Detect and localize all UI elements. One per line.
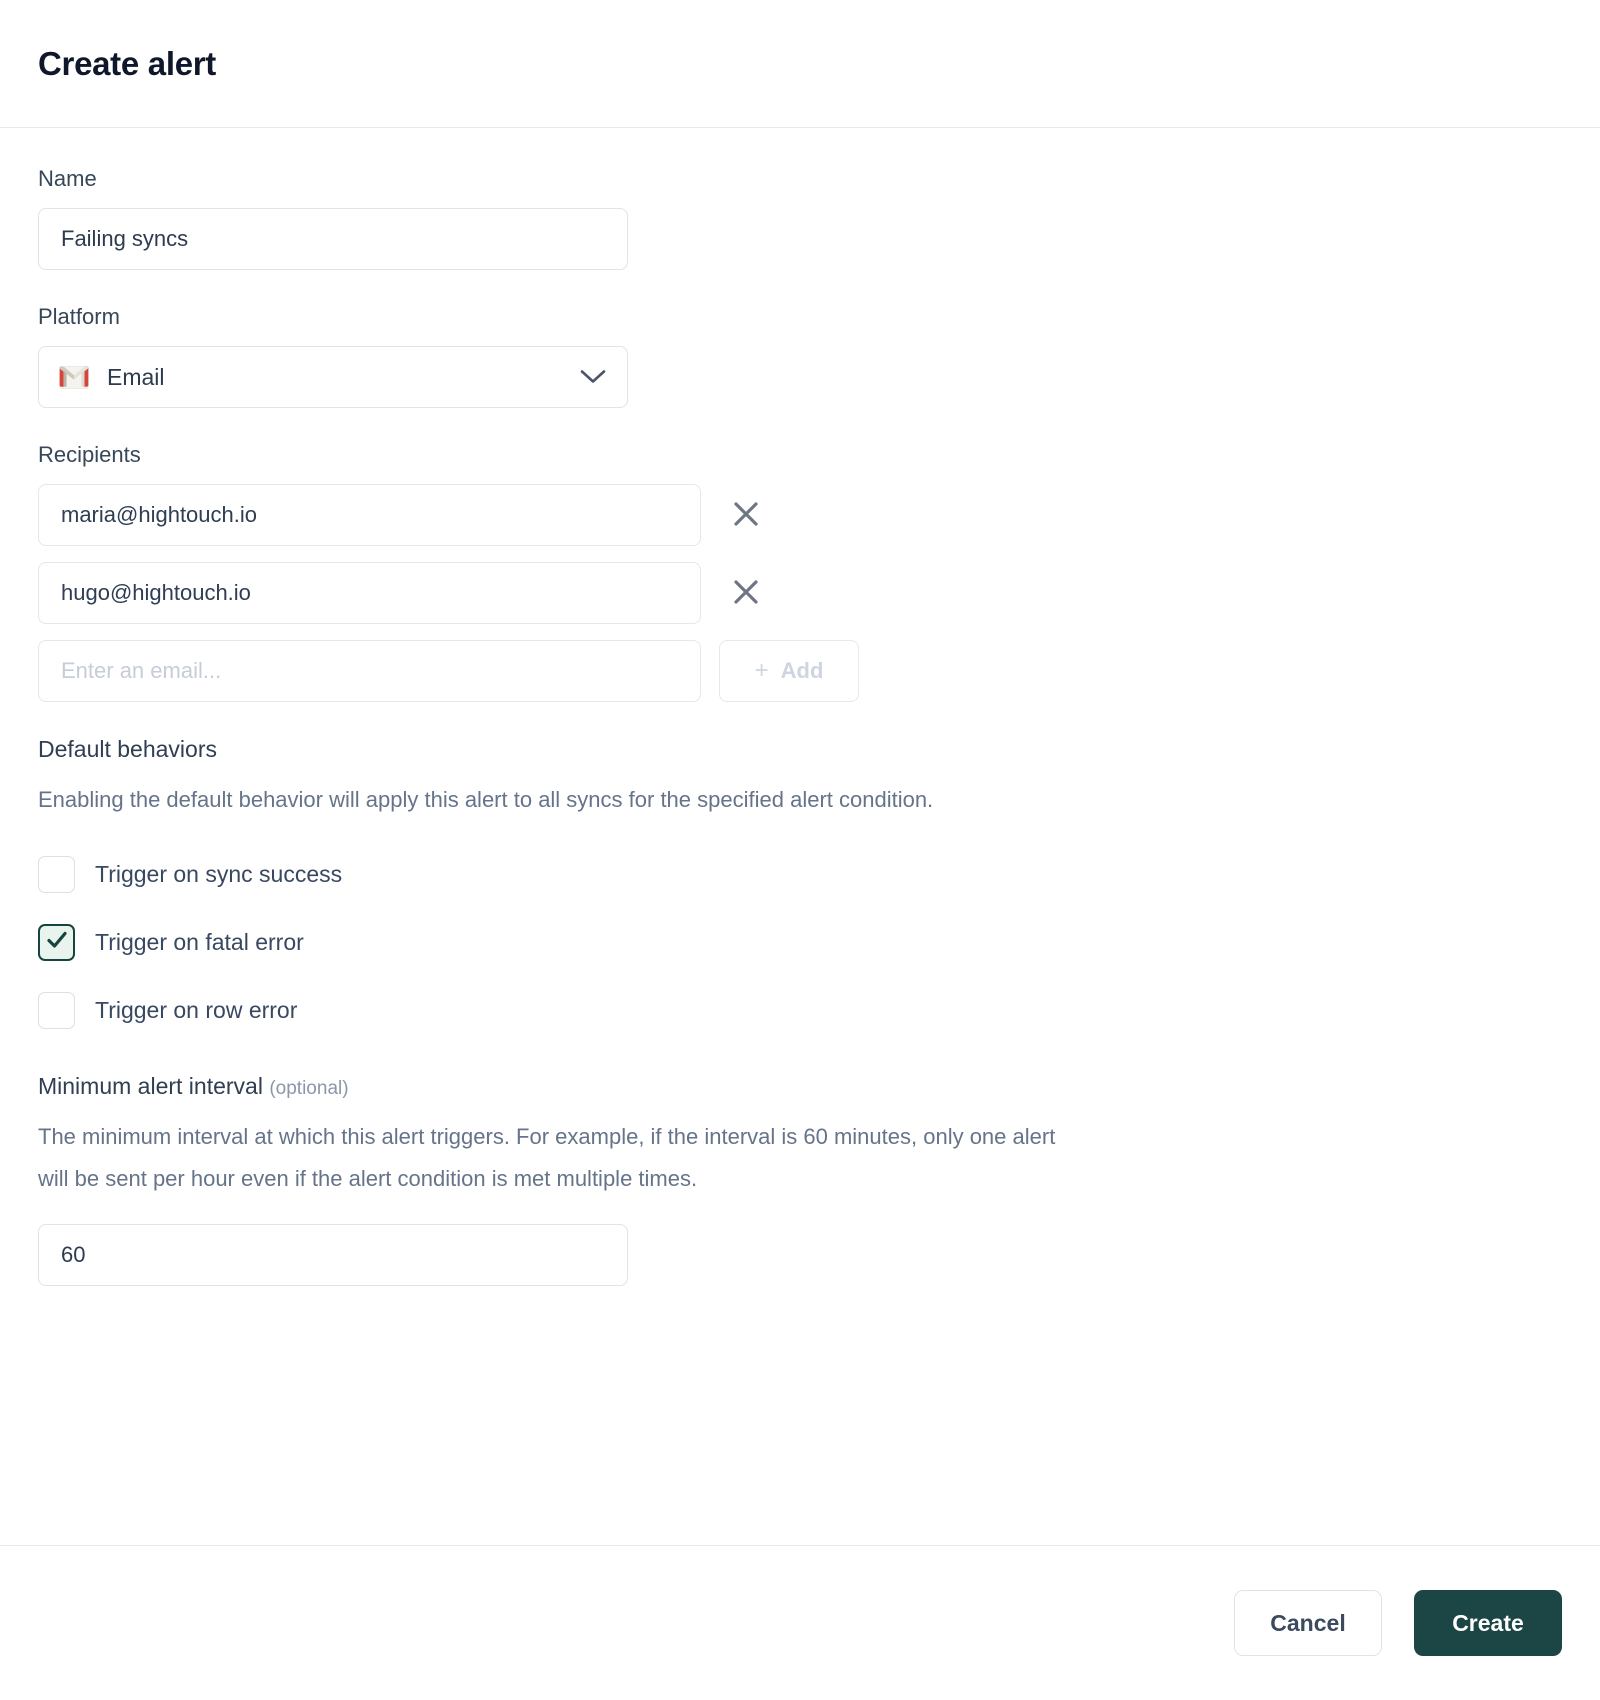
checkbox-sync-success[interactable] bbox=[38, 855, 75, 893]
modal-body: Name Platform bbox=[0, 128, 1600, 1545]
modal-header: Create alert bbox=[0, 0, 1600, 128]
name-label: Name bbox=[38, 166, 97, 191]
checkbox-row-row-error[interactable]: Trigger on row error bbox=[38, 981, 1562, 1039]
checkbox-fatal-error[interactable] bbox=[38, 923, 75, 961]
checkbox-label: Trigger on fatal error bbox=[95, 928, 304, 955]
new-recipient-row: + Add bbox=[38, 640, 1562, 702]
default-behaviors-section: Default behaviors Enabling the default b… bbox=[38, 736, 1562, 1039]
new-recipient-input[interactable] bbox=[38, 640, 701, 702]
minimum-interval-title-text: Minimum alert interval bbox=[38, 1073, 263, 1099]
recipient-email-input[interactable] bbox=[38, 562, 701, 624]
platform-select-wrap: Email bbox=[38, 346, 628, 408]
minimum-interval-title: Minimum alert interval (optional) bbox=[38, 1073, 1562, 1100]
name-input[interactable] bbox=[38, 208, 628, 270]
page-title: Create alert bbox=[38, 44, 216, 82]
remove-recipient-button[interactable] bbox=[719, 488, 773, 542]
close-icon bbox=[731, 499, 761, 532]
platform-select[interactable]: Email bbox=[38, 346, 628, 408]
checkbox-row-sync-success[interactable]: Trigger on sync success bbox=[38, 845, 1562, 903]
checkbox-label: Trigger on sync success bbox=[95, 860, 343, 887]
recipient-row bbox=[38, 484, 1562, 546]
optional-tag: (optional) bbox=[269, 1078, 349, 1099]
default-behaviors-title: Default behaviors bbox=[38, 736, 217, 762]
name-section: Name bbox=[38, 166, 1562, 270]
check-icon bbox=[45, 928, 69, 957]
add-recipient-button[interactable]: + Add bbox=[719, 640, 859, 702]
checkbox-row-fatal-error[interactable]: Trigger on fatal error bbox=[38, 913, 1562, 971]
checkbox-row-error[interactable] bbox=[38, 991, 75, 1029]
add-recipient-label: Add bbox=[780, 658, 824, 683]
minimum-interval-description: The minimum interval at which this alert… bbox=[38, 1124, 1056, 1191]
recipient-email-input[interactable] bbox=[38, 484, 701, 546]
checkbox-label: Trigger on row error bbox=[95, 996, 298, 1023]
recipients-label: Recipients bbox=[38, 442, 141, 467]
close-icon bbox=[731, 577, 761, 610]
recipients-section: Recipients maria@hightouch.io hugo@hight… bbox=[38, 442, 1562, 702]
create-alert-modal: Create alert Name Platform bbox=[0, 0, 1600, 1700]
minimum-interval-section: Minimum alert interval (optional) The mi… bbox=[38, 1073, 1562, 1286]
platform-section: Platform Email bbox=[38, 304, 1562, 408]
default-behaviors-description: Enabling the default behavior will apply… bbox=[38, 787, 934, 812]
modal-footer: Cancel Create bbox=[0, 1545, 1600, 1700]
cancel-button[interactable]: Cancel bbox=[1234, 1590, 1382, 1656]
minimum-interval-input[interactable] bbox=[38, 1224, 628, 1286]
recipient-row bbox=[38, 562, 1562, 624]
platform-selected-value: Email bbox=[107, 363, 165, 390]
plus-icon: + bbox=[754, 657, 769, 684]
remove-recipient-button[interactable] bbox=[719, 566, 773, 620]
create-button[interactable]: Create bbox=[1414, 1590, 1562, 1656]
platform-label: Platform bbox=[38, 304, 120, 329]
gmail-icon bbox=[59, 365, 89, 389]
